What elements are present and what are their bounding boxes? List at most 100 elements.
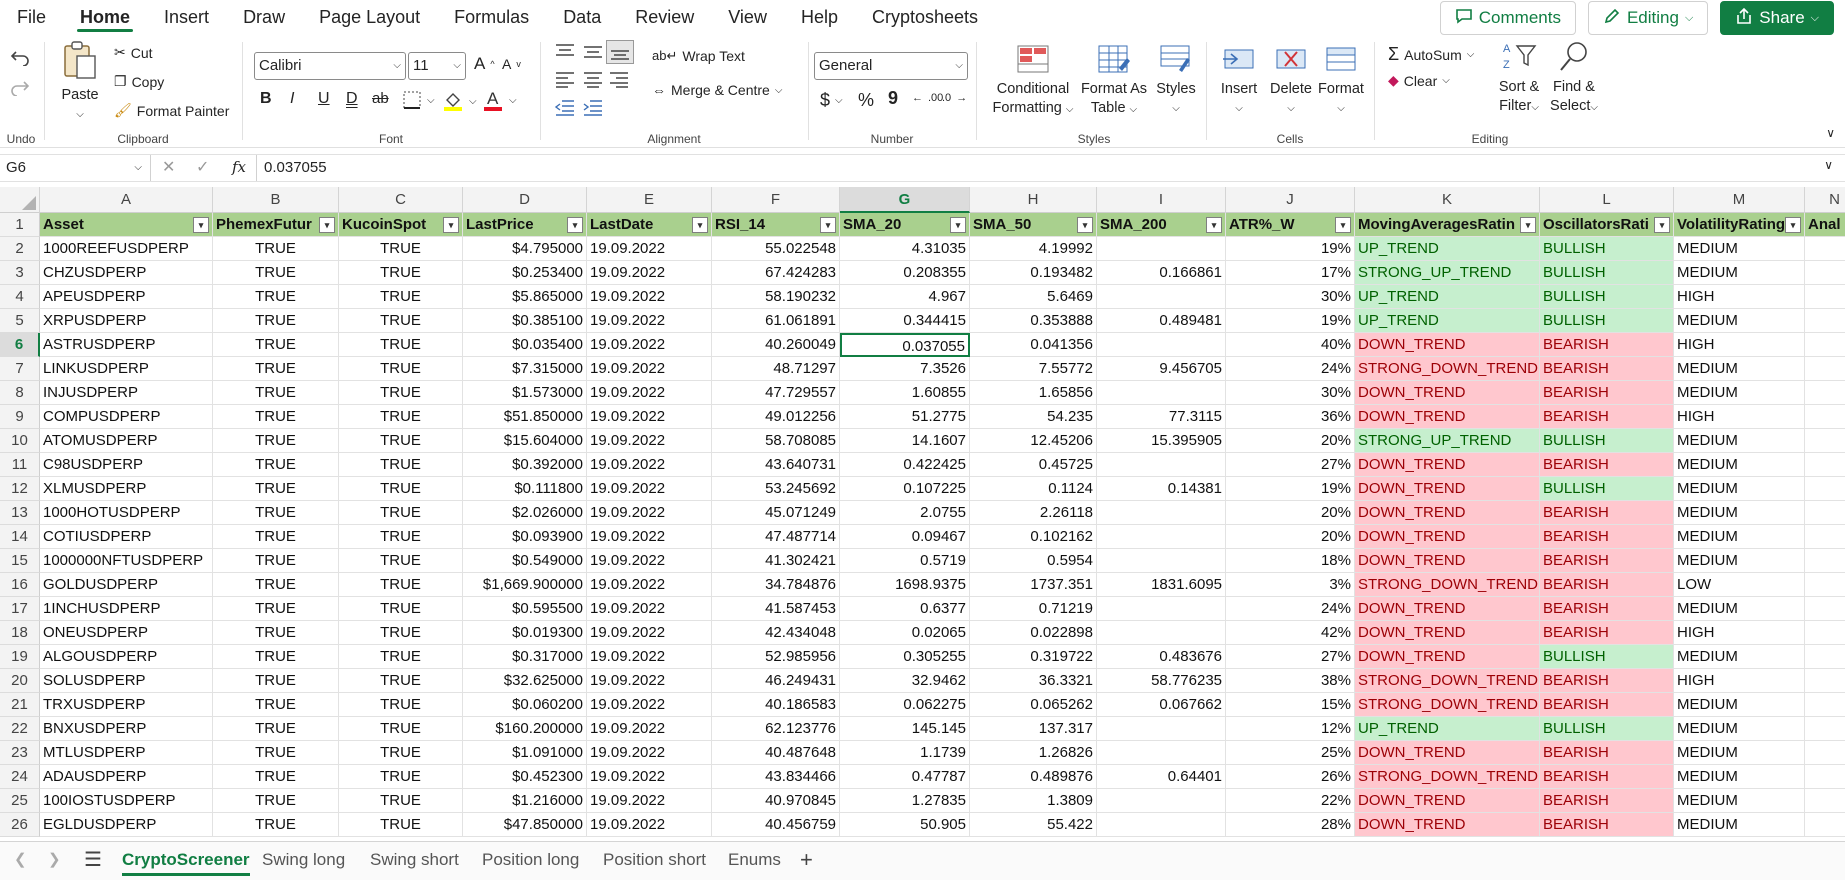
cell[interactable]: BEARISH bbox=[1540, 501, 1674, 525]
cell[interactable]: 20% bbox=[1226, 429, 1355, 453]
align-top-button[interactable] bbox=[554, 42, 576, 60]
cell[interactable]: 0.47787 bbox=[840, 765, 970, 789]
strikethrough-button[interactable]: ab bbox=[372, 90, 389, 107]
cell[interactable]: 45.071249 bbox=[712, 501, 840, 525]
clear-button[interactable]: ◆ Clear ⌵ bbox=[1388, 72, 1450, 89]
cell[interactable]: 47.729557 bbox=[712, 381, 840, 405]
cell[interactable]: HIGH bbox=[1674, 333, 1805, 357]
cell[interactable]: $0.452300 bbox=[463, 765, 587, 789]
cell[interactable]: 54.235 bbox=[970, 405, 1097, 429]
column-header-k[interactable]: K bbox=[1355, 187, 1540, 213]
cell[interactable]: EGLDUSDPERP bbox=[40, 813, 213, 837]
underline-button[interactable]: U bbox=[318, 90, 330, 108]
row-number[interactable]: 25 bbox=[0, 789, 40, 813]
column-header-e[interactable]: E bbox=[587, 187, 712, 213]
row-number[interactable]: 13 bbox=[0, 501, 40, 525]
cell[interactable]: 61.061891 bbox=[712, 309, 840, 333]
column-header-l[interactable]: L bbox=[1540, 187, 1674, 213]
cell[interactable]: TRUE bbox=[339, 645, 463, 669]
cell[interactable]: 19.09.2022 bbox=[587, 285, 712, 309]
row-number[interactable]: 23 bbox=[0, 741, 40, 765]
cell[interactable]: 34.784876 bbox=[712, 573, 840, 597]
font-name-combo[interactable]: Calibri ⌵ bbox=[254, 52, 406, 80]
cell[interactable]: $0.060200 bbox=[463, 693, 587, 717]
cell[interactable] bbox=[1805, 813, 1845, 837]
cell[interactable]: DOWN_TREND bbox=[1355, 741, 1540, 765]
align-center-button[interactable] bbox=[582, 70, 604, 88]
cell[interactable]: 19.09.2022 bbox=[587, 597, 712, 621]
cell[interactable]: TRUE bbox=[339, 261, 463, 285]
cell-styles-button[interactable]: Styles ⌵ bbox=[1152, 44, 1200, 118]
row-number[interactable]: 16 bbox=[0, 573, 40, 597]
cell[interactable]: 0.208355 bbox=[840, 261, 970, 285]
cell[interactable]: BULLISH bbox=[1540, 717, 1674, 741]
menu-view[interactable]: View bbox=[711, 0, 784, 34]
cell[interactable]: TRUE bbox=[339, 813, 463, 837]
cell[interactable]: 17% bbox=[1226, 261, 1355, 285]
cell[interactable]: 58.190232 bbox=[712, 285, 840, 309]
name-box[interactable]: G6 ⌵ bbox=[6, 157, 146, 179]
cell[interactable]: MEDIUM bbox=[1674, 549, 1805, 573]
sheet-tab-position-short[interactable]: Position short bbox=[603, 842, 706, 878]
cell[interactable]: 26% bbox=[1226, 765, 1355, 789]
cell[interactable]: 0.166861 bbox=[1097, 261, 1226, 285]
column-header-g[interactable]: G bbox=[840, 187, 970, 213]
cell[interactable]: TRUE bbox=[213, 813, 339, 837]
insert-cells-button[interactable]: Insert ⌵ bbox=[1214, 44, 1264, 118]
cell[interactable] bbox=[1097, 597, 1226, 621]
cell[interactable]: MEDIUM bbox=[1674, 477, 1805, 501]
sheet-tab-position-long[interactable]: Position long bbox=[482, 842, 579, 878]
cell[interactable]: BEARISH bbox=[1540, 669, 1674, 693]
filter-dropdown-icon[interactable]: ▾ bbox=[1654, 217, 1670, 233]
cell[interactable] bbox=[1805, 261, 1845, 285]
cell[interactable] bbox=[1805, 645, 1845, 669]
comma-button[interactable]: 9 bbox=[888, 88, 898, 109]
column-header-d[interactable]: D bbox=[463, 187, 587, 213]
cell[interactable]: 7.3526 bbox=[840, 357, 970, 381]
column-header-a[interactable]: A bbox=[40, 187, 213, 213]
cell[interactable]: SOLUSDPERP bbox=[40, 669, 213, 693]
cell[interactable]: DOWN_TREND bbox=[1355, 381, 1540, 405]
cell[interactable]: BEARISH bbox=[1540, 573, 1674, 597]
align-bottom-button[interactable] bbox=[606, 40, 634, 64]
cell[interactable]: TRUE bbox=[339, 237, 463, 261]
cell[interactable]: TRUE bbox=[339, 285, 463, 309]
cell[interactable] bbox=[1805, 621, 1845, 645]
cell[interactable]: TRUE bbox=[213, 405, 339, 429]
row-number[interactable]: 20 bbox=[0, 669, 40, 693]
cell[interactable]: BEARISH bbox=[1540, 621, 1674, 645]
cell[interactable] bbox=[1097, 285, 1226, 309]
cell[interactable]: DOWN_TREND bbox=[1355, 813, 1540, 837]
cell[interactable]: TRUE bbox=[213, 477, 339, 501]
cell[interactable]: 19.09.2022 bbox=[587, 573, 712, 597]
row-number[interactable]: 22 bbox=[0, 717, 40, 741]
cell[interactable]: 53.245692 bbox=[712, 477, 840, 501]
menu-formulas[interactable]: Formulas bbox=[437, 0, 546, 34]
row-number[interactable]: 5 bbox=[0, 309, 40, 333]
cell[interactable]: 0.107225 bbox=[840, 477, 970, 501]
cell[interactable]: 137.317 bbox=[970, 717, 1097, 741]
cell[interactable] bbox=[1805, 285, 1845, 309]
cell[interactable]: UP_TREND bbox=[1355, 237, 1540, 261]
cell[interactable]: 1.1739 bbox=[840, 741, 970, 765]
cell[interactable]: TRUE bbox=[213, 645, 339, 669]
cell[interactable]: 0.489876 bbox=[970, 765, 1097, 789]
menu-cryptosheets[interactable]: Cryptosheets bbox=[855, 0, 995, 34]
cell[interactable]: 77.3115 bbox=[1097, 405, 1226, 429]
cell[interactable]: 55.022548 bbox=[712, 237, 840, 261]
cell[interactable]: BEARISH bbox=[1540, 525, 1674, 549]
cell[interactable]: INJUSDPERP bbox=[40, 381, 213, 405]
cell[interactable]: 0.14381 bbox=[1097, 477, 1226, 501]
italic-button[interactable]: I bbox=[290, 90, 294, 108]
cell[interactable] bbox=[1097, 621, 1226, 645]
column-header-n[interactable]: N bbox=[1805, 187, 1845, 213]
cell[interactable]: 19.09.2022 bbox=[587, 333, 712, 357]
cell[interactable]: 1831.6095 bbox=[1097, 573, 1226, 597]
bold-button[interactable]: B bbox=[260, 90, 272, 108]
font-color-button[interactable]: A ⌵ bbox=[482, 88, 517, 112]
cell[interactable]: 41.302421 bbox=[712, 549, 840, 573]
cell[interactable]: 1INCHUSDPERP bbox=[40, 597, 213, 621]
cell[interactable]: ADAUSDPERP bbox=[40, 765, 213, 789]
cell[interactable]: TRUE bbox=[213, 333, 339, 357]
filter-dropdown-icon[interactable]: ▾ bbox=[319, 217, 335, 233]
